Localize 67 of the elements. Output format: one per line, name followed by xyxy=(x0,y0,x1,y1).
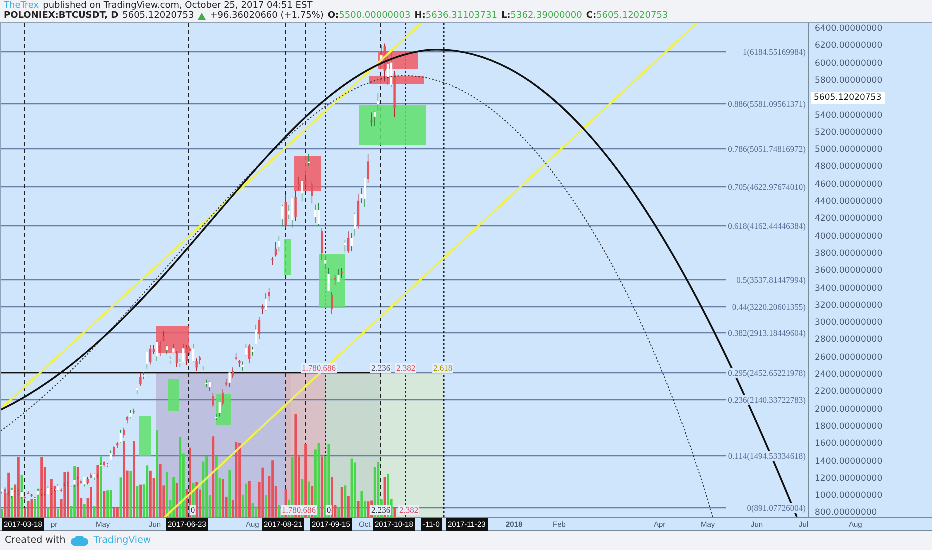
author-link[interactable]: TheTrex xyxy=(4,0,40,11)
price-tick-label: 1000.00000000 xyxy=(815,491,883,502)
price-tick-label: 2600.00000000 xyxy=(815,352,883,363)
price-tick-label: 6400.00000000 xyxy=(815,24,883,34)
price-tick-label: 2400.00000000 xyxy=(815,370,883,380)
price-tick-label: 1600.00000000 xyxy=(815,439,883,450)
price-tick-label: 5800.00000000 xyxy=(815,76,883,86)
fib-level-label: 0.618(4162.44446384) xyxy=(728,221,806,231)
ohlc-key: H: xyxy=(414,11,426,22)
fib-level-label: 0.786(5051.74816972) xyxy=(728,144,806,154)
price-tick-label: 2200.00000000 xyxy=(815,387,883,398)
price-tick-label: 3400.00000000 xyxy=(815,284,883,294)
cycle-ratio-label: 2.236 xyxy=(370,363,392,373)
price-change: +96.36020660 (+1.75%) xyxy=(210,11,324,22)
cycle-ratio-label: 0 xyxy=(326,505,332,515)
up-triangle-icon xyxy=(198,12,206,20)
published-info: published on TradingView.com, October 25, 2017 04:51 EST xyxy=(43,0,313,11)
ohlc-key: O: xyxy=(328,11,340,22)
fib-level-label: 0.5(3537.81447994) xyxy=(736,275,806,285)
ohlc-key: C: xyxy=(586,11,597,22)
price-tick-label: 3600.00000000 xyxy=(815,266,883,276)
fib-level-label: 0.382(2913.18449604) xyxy=(728,328,806,338)
cycle-ratio-label: 1.780.686 xyxy=(281,505,317,515)
last-price: 5605.12020753 xyxy=(122,11,194,22)
fib-level-label: 1(6184.55169984) xyxy=(742,47,806,57)
fib-level-label: 0.236(2140.33722783) xyxy=(728,395,806,405)
brand-link[interactable]: TradingView xyxy=(94,535,152,546)
current-price-badge: 5605.12020753 xyxy=(811,92,885,104)
ohlc-key: L: xyxy=(501,11,511,22)
price-tick-label: 4800.00000000 xyxy=(815,162,883,172)
cycle-ratio-label: 2.236 xyxy=(370,505,392,515)
price-tick-label: 4200.00000000 xyxy=(815,214,883,224)
fib-level-label: 0.705(4622.97674010) xyxy=(728,182,806,192)
fib-level-label: 0.295(2452.65221978) xyxy=(728,368,806,378)
cloud-logo-icon xyxy=(70,536,89,546)
price-tick-label: 5400.00000000 xyxy=(815,110,883,120)
price-tick-label: 3800.00000000 xyxy=(815,248,883,259)
cycle-ratio-label: 0 xyxy=(190,505,196,515)
ohlc-value: 5605.12020753 xyxy=(596,11,668,22)
price-tick-label: 3000.00000000 xyxy=(815,318,883,328)
price-tick-label: 6200.00000000 xyxy=(815,41,883,52)
cycle-ratio-label: 2.382 xyxy=(398,505,420,515)
fib-level-label: 0.44(3220.20601355) xyxy=(732,302,806,312)
cycle-ratio-label: 2.382 xyxy=(395,363,417,373)
price-tick-label: 1200.00000000 xyxy=(815,474,883,484)
created-with-text: Created with xyxy=(5,535,66,546)
price-tick-label: 6000.00000000 xyxy=(815,58,883,69)
ohlc-value: 5636.31103731 xyxy=(426,11,498,22)
symbol-label: POLONIEX:BTCUSDT, D xyxy=(4,11,119,22)
price-tick-label: 1800.00000000 xyxy=(815,422,883,432)
price-tick-label: 4400.00000000 xyxy=(815,197,883,207)
price-tick-label: 4600.00000000 xyxy=(815,180,883,190)
price-tick-label: 2800.00000000 xyxy=(815,335,883,346)
ohlc-value: 5362.39000000 xyxy=(510,11,582,22)
price-tick-label: 4000.00000000 xyxy=(815,232,883,242)
fib-level-label: 0.886(5581.09561371) xyxy=(728,99,806,109)
fib-level-label: 0(891.07726004) xyxy=(747,503,806,513)
price-tick-label: 3200.00000000 xyxy=(815,300,883,311)
price-tick-label: 5000.00000000 xyxy=(815,145,883,156)
cycle-ratio-label: 2.618 xyxy=(432,363,454,373)
price-tick-label: 800.00000000 xyxy=(815,508,878,518)
price-tick-label: 2000.00000000 xyxy=(815,404,883,415)
ohlc-value: 5500.00000003 xyxy=(339,11,411,22)
cycle-ratio-label: 1.780.686 xyxy=(301,363,337,373)
fib-level-label: 0.114(1494.53334618) xyxy=(728,451,806,461)
price-tick-label: 1400.00000000 xyxy=(815,456,883,466)
price-tick-label: 5200.00000000 xyxy=(815,128,883,138)
